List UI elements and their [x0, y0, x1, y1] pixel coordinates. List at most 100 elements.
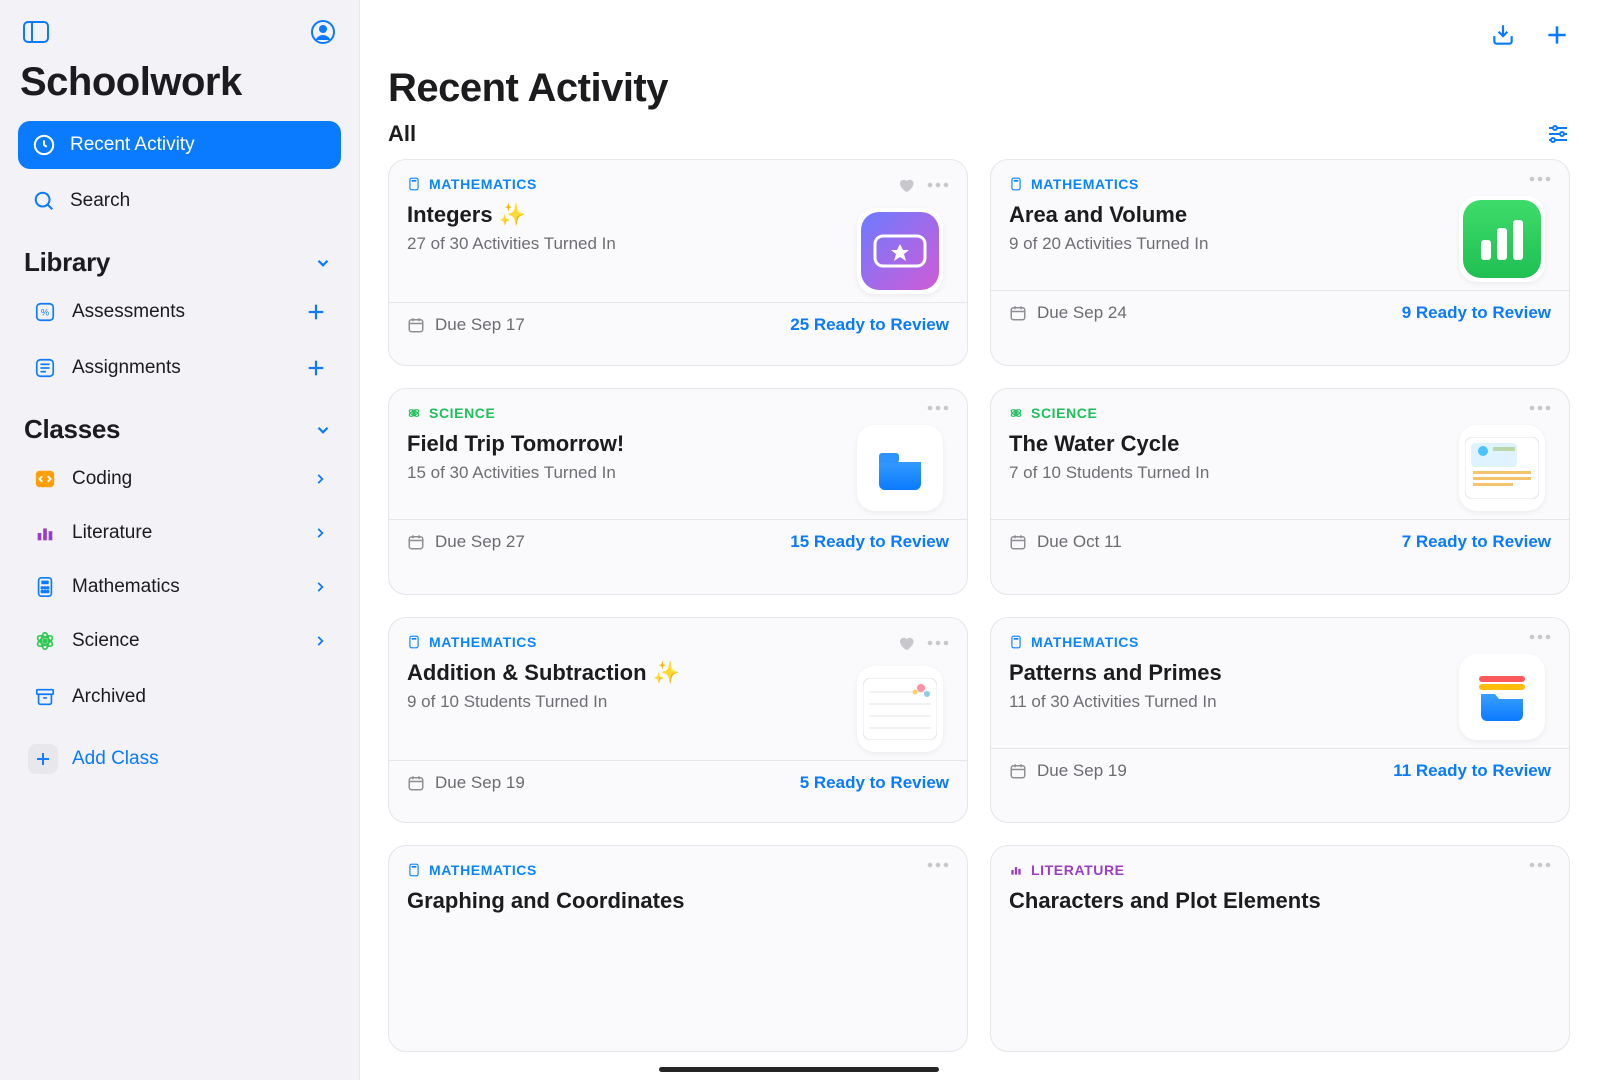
- library-assessments-label: Assessments: [72, 301, 185, 323]
- activity-card[interactable]: MATHEMATICS Patterns and Primes 11 of 30…: [990, 617, 1570, 824]
- card-status: 15 of 30 Activities Turned In: [407, 463, 845, 483]
- subject-icon: [407, 635, 421, 649]
- literature-icon: [32, 520, 58, 546]
- card-more-button[interactable]: [1529, 634, 1551, 640]
- chevron-right-icon: [313, 524, 327, 542]
- main: Recent Activity All MATHEMATICS Integers…: [360, 0, 1598, 1080]
- card-footer: Due Sep 24 9 Ready to Review: [991, 290, 1569, 335]
- card-subject: SCIENCE: [1009, 405, 1447, 421]
- card-subject: MATHEMATICS: [407, 176, 845, 192]
- account-icon[interactable]: [307, 16, 339, 48]
- card-footer: Due Sep 19 5 Ready to Review: [389, 760, 967, 805]
- ready-to-review-link[interactable]: 7 Ready to Review: [1402, 532, 1551, 552]
- card-title: Field Trip Tomorrow!: [407, 431, 845, 457]
- sidebar: Schoolwork Recent Activity Search Librar…: [0, 0, 360, 1080]
- sidebar-item-mathematics[interactable]: Mathematics: [18, 561, 341, 613]
- ready-to-review-link[interactable]: 5 Ready to Review: [800, 773, 949, 793]
- card-title: Area and Volume: [1009, 202, 1447, 228]
- section-library[interactable]: Library: [10, 229, 349, 284]
- nav-recent-activity[interactable]: Recent Activity: [18, 121, 341, 169]
- library-assignments-label: Assignments: [72, 357, 181, 379]
- card-more-button[interactable]: [927, 862, 949, 868]
- card-status: 11 of 30 Activities Turned In: [1009, 692, 1447, 712]
- due-date: Due Sep 27: [407, 532, 525, 552]
- coding-icon: [32, 466, 58, 492]
- card-footer: Due Sep 27 15 Ready to Review: [389, 519, 967, 564]
- add-assessment-button[interactable]: [305, 301, 327, 323]
- card-status: 9 of 20 Activities Turned In: [1009, 234, 1447, 254]
- card-footer: Due Sep 17 25 Ready to Review: [389, 302, 967, 347]
- add-class-label: Add Class: [72, 748, 159, 770]
- card-more-button[interactable]: [1529, 176, 1551, 182]
- class-label: Coding: [72, 468, 132, 490]
- section-classes-label: Classes: [24, 414, 120, 445]
- ready-to-review-link[interactable]: 11 Ready to Review: [1393, 761, 1551, 781]
- sidebar-item-science[interactable]: Science: [18, 615, 341, 667]
- search-icon: [32, 189, 56, 213]
- add-assignment-button[interactable]: [305, 357, 327, 379]
- card-more-button[interactable]: [927, 640, 949, 646]
- ready-to-review-link[interactable]: 15 Ready to Review: [790, 532, 949, 552]
- card-more-button[interactable]: [927, 405, 949, 411]
- card-title: Characters and Plot Elements: [1009, 888, 1517, 914]
- assessments-icon: %: [32, 299, 58, 325]
- library-item-assessments[interactable]: % Assessments: [18, 286, 341, 338]
- sidebar-item-coding[interactable]: Coding: [18, 453, 341, 505]
- chevron-right-icon: [313, 578, 327, 596]
- inbox-button[interactable]: [1488, 20, 1518, 50]
- nav-recent-label: Recent Activity: [70, 134, 195, 156]
- library-item-assignments[interactable]: Assignments: [18, 342, 341, 394]
- subject-icon: [407, 863, 421, 877]
- due-date: Due Oct 11: [1009, 532, 1122, 552]
- filter-all-label[interactable]: All: [388, 121, 416, 147]
- subject-icon: [1009, 635, 1023, 649]
- sidebar-item-literature[interactable]: Literature: [18, 507, 341, 559]
- toolbar: [360, 0, 1598, 60]
- due-date: Due Sep 19: [407, 773, 525, 793]
- new-button[interactable]: [1542, 20, 1572, 50]
- activity-card[interactable]: LITERATURE Characters and Plot Elements: [990, 845, 1570, 1052]
- favorite-icon[interactable]: [897, 634, 915, 652]
- class-label: Science: [72, 630, 140, 652]
- section-classes[interactable]: Classes: [10, 396, 349, 451]
- filter-options-button[interactable]: [1546, 122, 1570, 146]
- archive-icon: [32, 684, 58, 710]
- subject-icon: [1009, 406, 1023, 420]
- favorite-icon[interactable]: [897, 176, 915, 194]
- due-date: Due Sep 24: [1009, 303, 1127, 323]
- card-more-button[interactable]: [927, 182, 949, 188]
- section-library-label: Library: [24, 247, 110, 278]
- plus-icon: [28, 744, 58, 774]
- card-title: Patterns and Primes: [1009, 660, 1447, 686]
- subject-icon: [407, 406, 421, 420]
- chevron-down-icon: [311, 418, 335, 442]
- nav-search[interactable]: Search: [18, 177, 341, 225]
- due-date: Due Sep 19: [1009, 761, 1127, 781]
- card-more-button[interactable]: [1529, 862, 1551, 868]
- home-indicator: [659, 1067, 939, 1072]
- activity-card[interactable]: MATHEMATICS Integers ✨ 27 of 30 Activiti…: [388, 159, 968, 366]
- svg-text:%: %: [41, 308, 49, 318]
- card-status: 7 of 10 Students Turned In: [1009, 463, 1447, 483]
- sidebar-item-archived[interactable]: Archived: [18, 671, 341, 723]
- add-class-button[interactable]: Add Class: [18, 733, 341, 785]
- card-more-button[interactable]: [1529, 405, 1551, 411]
- subject-icon: [1009, 177, 1023, 191]
- card-subject: MATHEMATICS: [407, 634, 845, 650]
- subject-icon: [1009, 863, 1023, 877]
- ready-to-review-link[interactable]: 9 Ready to Review: [1402, 303, 1551, 323]
- activity-card[interactable]: MATHEMATICS Area and Volume 9 of 20 Acti…: [990, 159, 1570, 366]
- activity-card[interactable]: MATHEMATICS Graphing and Coordinates: [388, 845, 968, 1052]
- ready-to-review-link[interactable]: 25 Ready to Review: [790, 315, 949, 335]
- chevron-right-icon: [313, 632, 327, 650]
- card-thumbnail: [857, 425, 943, 511]
- activity-card[interactable]: SCIENCE Field Trip Tomorrow! 15 of 30 Ac…: [388, 388, 968, 595]
- toggle-sidebar-icon[interactable]: [20, 16, 52, 48]
- card-title: Addition & Subtraction ✨: [407, 660, 845, 686]
- card-thumbnail: [1459, 654, 1545, 740]
- activity-card[interactable]: MATHEMATICS Addition & Subtraction ✨ 9 o…: [388, 617, 968, 824]
- activity-card[interactable]: SCIENCE The Water Cycle 7 of 10 Students…: [990, 388, 1570, 595]
- card-subject: MATHEMATICS: [1009, 634, 1447, 650]
- mathematics-icon: [32, 574, 58, 600]
- card-footer: Due Oct 11 7 Ready to Review: [991, 519, 1569, 564]
